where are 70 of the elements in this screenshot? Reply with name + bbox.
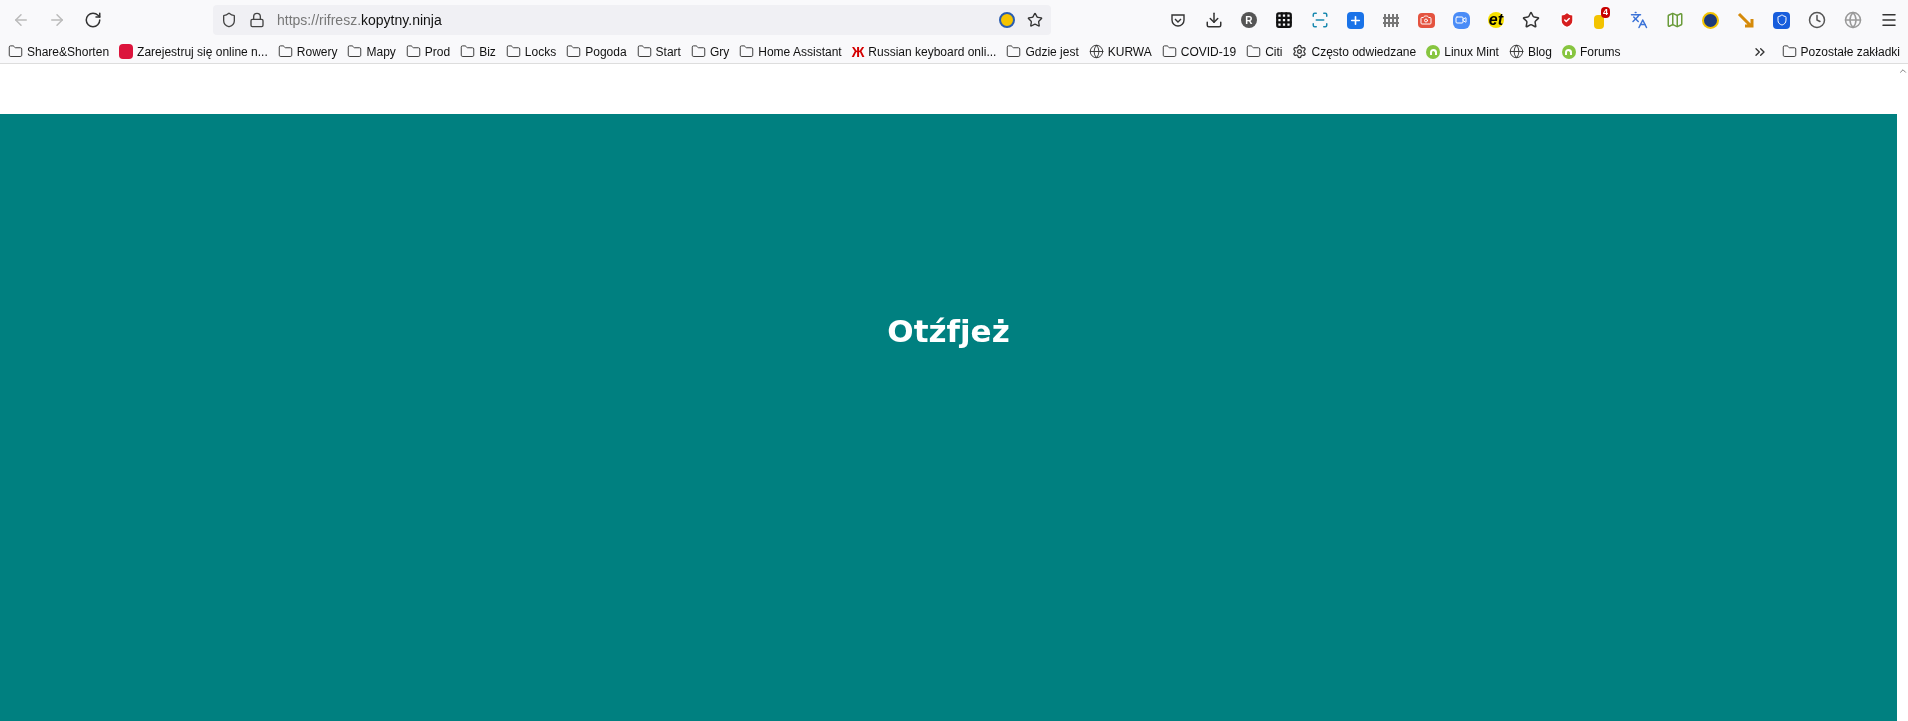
menu-icon[interactable]	[1880, 11, 1898, 29]
screenshot-icon[interactable]	[1310, 11, 1329, 29]
bookmark-item[interactable]: Biz	[479, 42, 496, 61]
page-heading: Otźfjeż	[887, 312, 1010, 352]
extension-icon[interactable]: et	[1487, 12, 1504, 28]
translate-icon[interactable]	[1630, 11, 1648, 29]
bookmark-item[interactable]: Linux Mint	[1444, 42, 1499, 61]
download-icon[interactable]	[1204, 11, 1223, 29]
bookmark-item[interactable]: Mapy	[366, 42, 396, 61]
scroll-up-icon[interactable]	[1897, 66, 1908, 76]
arrow-icon[interactable]	[1737, 11, 1755, 29]
grid-icon[interactable]	[1274, 11, 1293, 29]
mint-logo-icon	[1426, 44, 1441, 59]
folder-icon	[460, 44, 476, 59]
bookmark-item[interactable]: Russian keyboard onli...	[868, 42, 997, 61]
globe-icon	[1088, 44, 1104, 59]
folder-icon	[636, 44, 652, 59]
bookmark-item[interactable]: Gry	[709, 42, 730, 61]
bookmark-item[interactable]: Forums	[1579, 42, 1621, 61]
bookmark-item[interactable]: KURWA	[1107, 42, 1152, 61]
folder-icon	[405, 44, 421, 59]
bookmark-item[interactable]: Pozostałe zakładki	[1800, 42, 1900, 61]
bookmark-item[interactable]: Blog	[1527, 42, 1552, 61]
folder-icon	[277, 44, 293, 59]
shield-icon[interactable]	[1558, 11, 1576, 29]
bookmark-item[interactable]: Citi	[1265, 42, 1283, 61]
globe-icon	[1508, 44, 1524, 59]
folder-icon	[347, 44, 363, 59]
globe-icon[interactable]	[1844, 11, 1862, 29]
reload-button[interactable]	[84, 11, 102, 29]
star-icon[interactable]	[1522, 11, 1540, 29]
bookmark-item[interactable]: Pogoda	[585, 42, 627, 61]
bookmark-item[interactable]: Home Assistant	[758, 42, 842, 61]
bookmark-item[interactable]: Start	[655, 42, 681, 61]
fence-icon[interactable]	[1381, 11, 1400, 29]
camera-icon[interactable]	[1417, 12, 1435, 28]
folder-icon	[8, 44, 23, 59]
folder-icon	[505, 44, 521, 59]
folder-icon	[739, 44, 755, 59]
bookmark-item[interactable]: Często odwiedzane	[1311, 42, 1417, 61]
folder-icon	[690, 44, 706, 59]
gear-icon	[1292, 44, 1308, 59]
lock-icon[interactable]	[249, 12, 265, 28]
bookmark-star-icon[interactable]	[1027, 12, 1043, 28]
folder-icon	[566, 44, 582, 59]
bookmark-item[interactable]: Prod	[424, 42, 451, 61]
clock-icon[interactable]	[1808, 11, 1826, 29]
folder-icon	[1781, 44, 1797, 59]
folder-icon	[1246, 44, 1262, 59]
bookmark-item[interactable]: Zarejestruj się online n...	[137, 42, 268, 61]
bookmark-item[interactable]: Share&Shorten	[27, 42, 110, 61]
bookmark-item[interactable]: Gdzie jest	[1025, 42, 1079, 61]
extension-glyph-icon	[1594, 15, 1604, 29]
url-text: https://rifresz.kopytny.ninja	[277, 10, 443, 30]
shield-icon[interactable]	[1773, 11, 1790, 29]
folder-icon	[1161, 44, 1177, 59]
video-camera-icon[interactable]	[1452, 11, 1470, 29]
account-avatar[interactable]: R	[1240, 12, 1257, 28]
pocket-icon[interactable]	[1168, 11, 1187, 29]
notification-badge: 4	[1601, 7, 1610, 18]
folder-icon	[1006, 44, 1022, 59]
bookmark-item[interactable]: Locks	[524, 42, 557, 61]
shield-icon[interactable]	[221, 12, 237, 28]
mint-logo-icon	[1561, 44, 1576, 59]
bookmark-item[interactable]: COVID-19	[1180, 42, 1237, 61]
letter-icon: Ж	[851, 44, 865, 59]
address-bar[interactable]: https://rifresz.kopytny.ninja	[213, 5, 1051, 35]
map-icon[interactable]	[1666, 11, 1684, 29]
bookmark-item[interactable]: Rowery	[296, 42, 338, 61]
plus-icon[interactable]	[1346, 11, 1364, 29]
